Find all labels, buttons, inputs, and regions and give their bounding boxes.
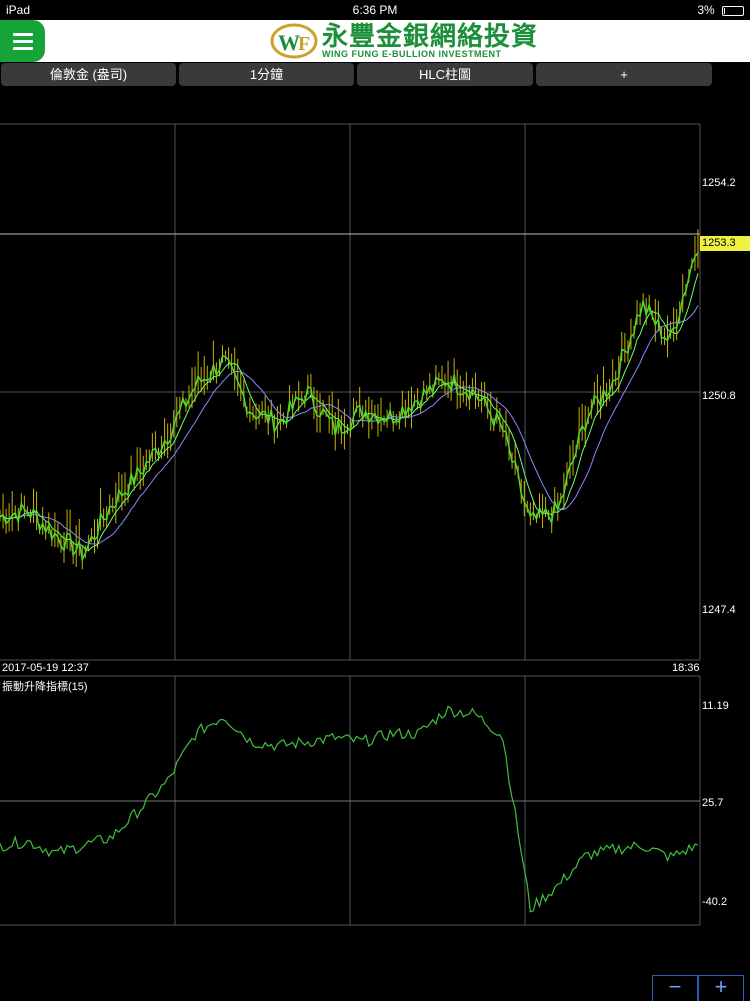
price-tick-mid: 1250.8 <box>702 390 736 402</box>
moving-average-long <box>0 305 699 545</box>
current-price-label: 1253.3 <box>700 236 750 251</box>
price-tick-low: 1247.4 <box>702 604 736 616</box>
indicator-tick-high: 11.19 <box>702 700 729 712</box>
chart-canvas[interactable] <box>0 0 750 1000</box>
time-end-label: 18:36 <box>672 662 700 674</box>
price-tick-high: 1254.2 <box>702 177 736 189</box>
indicator-line <box>0 705 699 913</box>
indicator-tick-low: -40.2 <box>702 896 728 908</box>
price-line <box>0 252 699 563</box>
time-start-label: 2017-05-19 12:37 <box>2 662 89 674</box>
chart-grid <box>0 123 701 926</box>
moving-average-short <box>0 273 699 552</box>
indicator-title: 振動升降指標(15) <box>2 681 88 693</box>
zoom-out-button[interactable]: − <box>652 975 698 1001</box>
indicator-tick-mid: 25.7 <box>702 797 724 809</box>
zoom-in-button[interactable]: + <box>698 975 744 1001</box>
